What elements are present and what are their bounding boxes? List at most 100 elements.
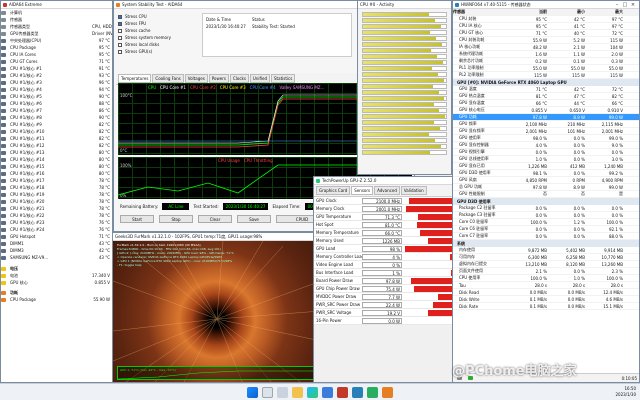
gpuz-sensor-row[interactable]: 16-Pin Power 0.0 W (314, 317, 452, 325)
hwinfo-row[interactable]: PL1 功率限制55.0 W55.0 W55.0 W55.0 W (453, 65, 639, 72)
gpuz-sensor-row[interactable]: Memory Controller Load 4 % (314, 253, 452, 261)
sensor-row[interactable]: CPU #1/核心 #12 82 °C (1, 142, 112, 149)
sensor-row[interactable]: CPU #1/核心 #19 78 °C (1, 191, 112, 198)
hwinfo-row[interactable]: CPU 封装 95 °C 42 °C 97 °C94 °C (453, 16, 639, 23)
hwinfo-d3d-section[interactable]: GPU D3D 使用率 (453, 198, 639, 205)
checkbox[interactable] (118, 42, 122, 47)
sensor-row[interactable]: 传感器类型 CPU, HDD, ACPI (1, 23, 112, 30)
hwinfo-row[interactable]: Disk Read 0.0 MB/s 0.0 MB/s 12.4 MB/s0.1 MB… (453, 289, 639, 296)
gpuz-sensor-row[interactable]: Board Power Draw 97.8 W (314, 277, 452, 285)
gpuz-task-icon[interactable] (367, 386, 378, 398)
store-icon[interactable] (322, 386, 333, 398)
hwinfo-row[interactable]: GPU 功耗 97.8 W 8.9 W 99.0 W96.5 W (453, 114, 639, 121)
gpuz-titlebar[interactable]: TechPowerUp GPU-Z 2.52.0 (314, 177, 452, 185)
hwinfo-row[interactable]: GPU 显存控制器 4.0 % 0.0 % 9.0 %4.1 % (453, 142, 639, 149)
sensor-row[interactable]: SAMSUNG MZ-V9... 43 °C (1, 254, 112, 261)
gpuz-sensor-row[interactable]: Memory Used 1226 MB (314, 237, 452, 245)
hwinfo-row[interactable]: 剩余芯片功耗0.2 W0.1 W0.3 W0.2 W (453, 58, 639, 65)
hwinfo-row[interactable]: GPU 显存频率2,001 MHz101 MHz2,001 MHz1,990 M… (453, 128, 639, 135)
stress-option[interactable]: Stress GPU(s) (118, 48, 198, 55)
hwinfo-row[interactable]: GPU 总线使用率 1.0 % 0.0 % 3.0 %1.1 % (453, 156, 639, 163)
stress-option[interactable]: Stress cache (118, 27, 198, 34)
sensor-row[interactable]: 计算机 (1, 9, 112, 16)
tab-3[interactable]: Powers (208, 74, 229, 83)
hwinfo-row[interactable]: Disk Rate 0.1 MB/s 0.0 MB/s 15.1 MB/s0.2 MB… (453, 303, 639, 310)
gpuz-tab-0[interactable]: Graphics Card (316, 186, 351, 195)
stress-option[interactable]: Stress system memory (118, 34, 198, 41)
sensor-row[interactable]: CPU #1/核心 #2 93 °C (1, 72, 112, 79)
sensor-row[interactable]: CPU #1/核心 #24 76 °C (1, 226, 112, 233)
hwinfo-row[interactable]: Core C6 驻留率 0.0 % 0.0 % 92.1 %0.3 % (453, 226, 639, 233)
hwinfo-row[interactable]: Core C0 驻留率100.0 %1.2 %100.0 %99.6 % (453, 219, 639, 226)
edge-icon[interactable] (307, 386, 318, 398)
sensor-row[interactable]: CPU #1/核心 #17 78 °C (1, 177, 112, 184)
sensor-row[interactable]: CPU #1/核心 #5 90 °C (1, 93, 112, 100)
sensor-row[interactable]: CPU #1/核心 #9 82 °C (1, 121, 112, 128)
gpuz-sensor-row[interactable]: Video Engine Load 0 % (314, 261, 452, 269)
hwinfo-header-0[interactable]: 传感器 (453, 9, 511, 15)
hwinfo-row[interactable]: GPU 热点温度 81 °C 47 °C 82 °C80 °C (453, 93, 639, 100)
hwinfo-row[interactable]: 系统代理功耗 1.6 W 1.1 W 2.0 W1.5 W (453, 51, 639, 58)
hwinfo-header-1[interactable]: 当前 (511, 9, 549, 15)
sensor-row[interactable]: CPU #1/核心 #6 88 °C (1, 100, 112, 107)
hwinfo-row[interactable]: Tau28.0 s28.0 s28.0 s28.0 s (453, 282, 639, 289)
hwinfo-row[interactable]: 虚拟内存已提交 13,210 MB 8,120 MB 13,260 MB13,020 … (453, 261, 639, 268)
checkbox[interactable] (118, 49, 122, 54)
hwinfo-row[interactable]: PL2 功率限制115 W115 W115 W115 W (453, 72, 639, 79)
gpuz-sensor-row[interactable]: GPU Temperature 71.3 °C (314, 213, 452, 221)
hwinfo-row[interactable]: Package C2 驻留率0.0 %0.0 %0.0 %0.0 % (453, 205, 639, 212)
hwinfo-maximize-button[interactable]: □ (621, 2, 629, 8)
gpuz-tab-3[interactable]: Validation (400, 186, 427, 195)
sensor-row[interactable]: GPU 核心 0.855 V (1, 279, 112, 286)
sensor-row[interactable]: CPU #1/核心 #1 91 °C (1, 65, 112, 72)
hwinfo-row[interactable]: CPU 使用率100.0 %1.0 %100.0 %99.5 % (453, 275, 639, 282)
hwinfo-row[interactable]: IA 核心功耗 48.2 W 2.1 W 104 W50 W (453, 44, 639, 51)
sensor-row[interactable]: CPU #1/核心 #16 80 °C (1, 170, 112, 177)
tab-5[interactable]: Unified (249, 74, 271, 83)
hwinfo-row[interactable]: GPU 温度 71 °C 42 °C 72 °C70 °C (453, 86, 639, 93)
hwinfo-close-button[interactable]: × (629, 2, 637, 8)
file-explorer-icon[interactable] (292, 386, 303, 398)
gpuz-sensor-row[interactable]: GPU Chip Power Draw 75.4 W (314, 285, 452, 293)
hwinfo-row[interactable]: Disk Write0.1 MB/s0.0 MB/s4.6 MB/s0.1 MB… (453, 296, 639, 303)
sensor-row[interactable]: CPU #1/核心 #3 96 °C (1, 79, 112, 86)
hwinfo-row[interactable]: GPU 核心电压 0.855 V 0.650 V 0.910 V0.860 V (453, 107, 639, 114)
checkbox[interactable] (118, 28, 122, 33)
hwinfo-row[interactable]: Core C7 驻留率 0.0 % 0.0 % 88.0 %0.2 % (453, 233, 639, 240)
hwinfo-row[interactable]: GPU 风扇 4,850 RPM 0 RPM 4,900 RPM4,780 RPM (453, 177, 639, 184)
hwinfo-row[interactable]: Package C3 驻留率0.0 %0.0 %0.0 %0.0 % (453, 212, 639, 219)
checkbox[interactable] (118, 14, 122, 19)
sensor-row[interactable]: DIMM3 42 °C (1, 247, 112, 254)
hwinfo-row[interactable]: GPU 频率 2,100 MHz 210 MHz 2,115 MHz2,090 MHz (453, 121, 639, 128)
search-icon[interactable] (262, 386, 273, 398)
aida64-titlebar[interactable]: AIDA64 Extreme (1, 1, 112, 9)
sensor-row[interactable]: CPU Package 55.90 W (1, 296, 112, 303)
sensor-row[interactable]: 中央处理器(CPU) 97 °C (1, 37, 112, 44)
gpuz-sensor-row[interactable]: PWR_SRC Voltage 19.2 V (314, 309, 452, 317)
sensor-row[interactable]: CPU #1/核心 #22 78 °C (1, 212, 112, 219)
stability-button-0[interactable]: Start (120, 215, 154, 223)
hwinfo-row[interactable]: GPU D3D 使用率 98.1 % 0.0 % 99.2 %97.5 % (453, 170, 639, 177)
gpuz-sensor-row[interactable]: GPU Clock 2100.0 MHz (314, 197, 452, 205)
sensor-row[interactable]: CPU #1/核心 #23 76 °C (1, 219, 112, 226)
sensor-row[interactable]: 传感器 (1, 16, 112, 23)
aida64-task-icon[interactable] (337, 386, 348, 398)
sensor-row[interactable]: DIMM1 43 °C (1, 240, 112, 247)
gpuz-sensor-row[interactable]: Memory Clock 2001.0 MHz (314, 205, 452, 213)
sensor-row[interactable]: CPU #1/核心 #13 80 °C (1, 149, 112, 156)
tab-4[interactable]: Clocks (229, 74, 249, 83)
sensor-row[interactable]: CPU GT Cores 71 °C (1, 58, 112, 65)
sensor-row[interactable]: CPU #1/核心 #11 82 °C (1, 135, 112, 142)
gpuz-sensor-row[interactable]: MVDDC Power Draw 7.7 W (314, 293, 452, 301)
tab-2[interactable]: Voltages (184, 74, 208, 83)
gpuz-sensor-row[interactable]: PWR_SRC Power Draw 22.4 W (314, 301, 452, 309)
gpuz-sensor-row[interactable]: Memory Temperature 66.0 °C (314, 229, 452, 237)
stress-option[interactable]: Stress local disks (118, 41, 198, 48)
hwinfo-task-icon[interactable] (352, 386, 363, 398)
aida64-voltage-section[interactable]: 电压 (1, 265, 112, 272)
furmark-task-icon[interactable] (382, 386, 393, 398)
sensor-row[interactable]: CPU Package 95 °C (1, 44, 112, 51)
stress-option[interactable]: Stress CPU (118, 13, 198, 20)
sensor-row[interactable]: 电池 17.340 V (1, 272, 112, 279)
hwinfo-row[interactable]: GPU 性能限制否否是否 (453, 191, 639, 198)
